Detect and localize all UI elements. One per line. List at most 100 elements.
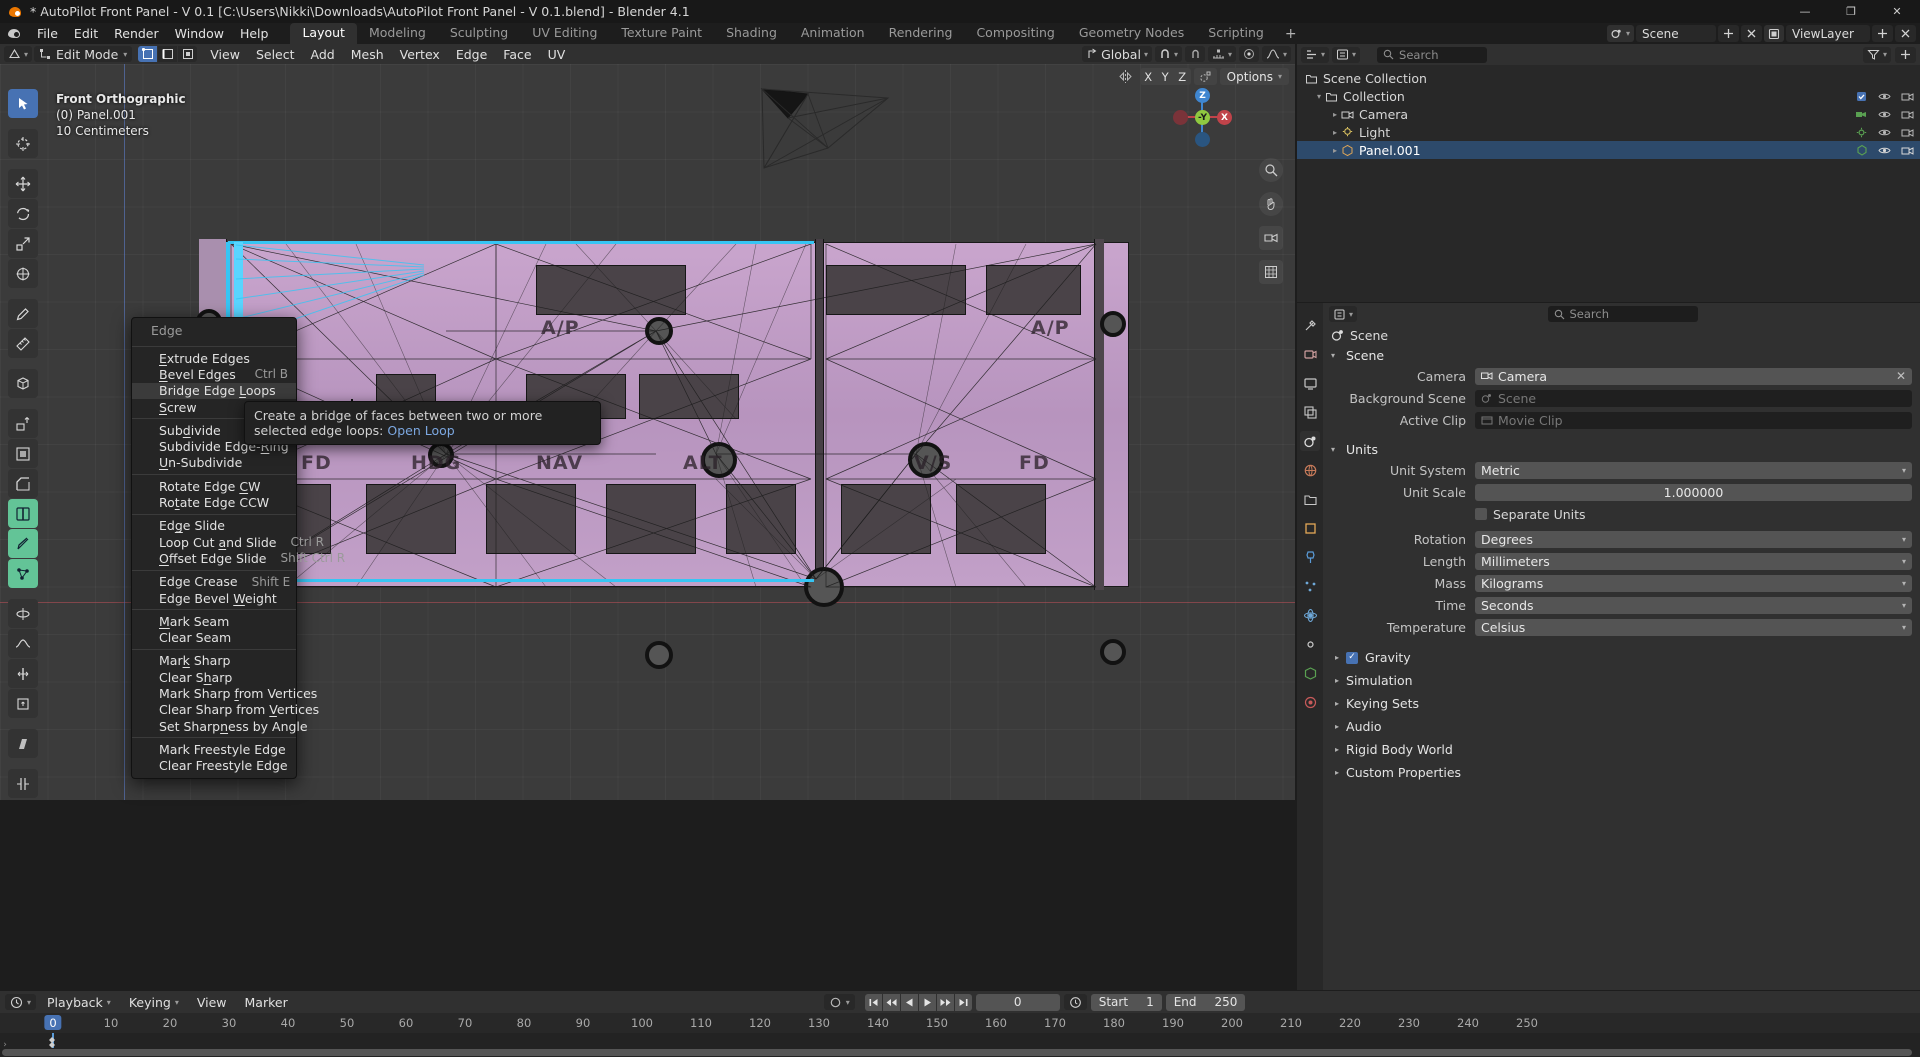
menu-item-bevel-edges[interactable]: Bevel Edges Ctrl B bbox=[132, 366, 296, 382]
close-button[interactable]: ✕ bbox=[1874, 0, 1920, 23]
blender-menu-icon[interactable] bbox=[6, 26, 24, 42]
viewport-menu-uv[interactable]: UV bbox=[541, 47, 573, 62]
expand-triangle-icon[interactable]: ▸ bbox=[1329, 128, 1341, 137]
mirror-axis-y[interactable]: Y bbox=[1156, 68, 1174, 85]
tool-shear-icon[interactable] bbox=[8, 729, 38, 758]
outliner-search-input[interactable]: Search bbox=[1377, 46, 1488, 63]
end-frame-field[interactable]: End 250 bbox=[1165, 993, 1246, 1011]
expand-triangle-icon[interactable]: ▾ bbox=[1313, 92, 1325, 101]
clear-camera-icon[interactable]: ✕ bbox=[1896, 369, 1906, 383]
property-field-active-clip[interactable]: Movie Clip bbox=[1475, 411, 1912, 429]
tab-uv-editing[interactable]: UV Editing bbox=[520, 23, 609, 44]
panel-header-units[interactable]: ▾ Units bbox=[1323, 439, 1920, 459]
zoom-icon[interactable] bbox=[1259, 158, 1283, 182]
tool-poly-build-icon[interactable] bbox=[8, 559, 38, 588]
pan-hand-icon[interactable] bbox=[1259, 192, 1283, 216]
hide-in-viewport-eye-icon[interactable] bbox=[1878, 108, 1891, 121]
property-field-camera[interactable]: Camera ✕ bbox=[1475, 367, 1912, 385]
viewport-menu-view[interactable]: View bbox=[203, 47, 247, 62]
viewport-options-button[interactable]: Options ▾ bbox=[1219, 68, 1289, 85]
hide-in-viewport-eye-icon[interactable] bbox=[1878, 144, 1891, 157]
tool-move-icon[interactable] bbox=[8, 169, 38, 198]
properties-tab-physics[interactable] bbox=[1300, 605, 1320, 625]
menu-render[interactable]: Render bbox=[106, 24, 167, 43]
properties-tab-object[interactable] bbox=[1300, 518, 1320, 538]
minimize-button[interactable]: — bbox=[1782, 0, 1828, 23]
timeline-menu-view[interactable]: View bbox=[190, 995, 234, 1010]
properties-tab-output[interactable] bbox=[1300, 373, 1320, 393]
new-scene-button[interactable] bbox=[1718, 25, 1739, 42]
panel-header-gravity[interactable]: ▸ Gravity bbox=[1327, 647, 1914, 668]
viewport-menu-vertex[interactable]: Vertex bbox=[393, 47, 447, 62]
tool-shrink-fatten-icon[interactable] bbox=[8, 689, 38, 718]
tool-rip-region-icon[interactable] bbox=[8, 769, 38, 798]
gizmo-axis-z[interactable]: Z bbox=[1195, 88, 1210, 103]
menu-item-mark-sharp-from-vertices[interactable]: Mark Sharp from Vertices bbox=[132, 685, 317, 701]
tab-modeling[interactable]: Modeling bbox=[357, 23, 438, 44]
tab-layout[interactable]: Layout bbox=[290, 23, 357, 44]
use-preview-range-button[interactable] bbox=[1063, 994, 1087, 1010]
property-field-background-scene[interactable]: Scene bbox=[1475, 389, 1912, 407]
property-field-unit-scale[interactable]: 1.000000 bbox=[1475, 483, 1912, 501]
gizmo-axis-neg-x[interactable] bbox=[1173, 110, 1188, 125]
jump-to-end-icon[interactable] bbox=[954, 993, 972, 1011]
hide-in-viewport-eye-icon[interactable] bbox=[1878, 126, 1891, 139]
gizmo-axis-x[interactable]: X bbox=[1217, 110, 1232, 125]
gizmo-axis-neg-z[interactable] bbox=[1195, 132, 1210, 147]
properties-tab-scene[interactable] bbox=[1300, 431, 1320, 451]
auto-merge-icon[interactable] bbox=[1193, 68, 1217, 85]
timeline-menu-keying[interactable]: Keying ▾ bbox=[122, 995, 186, 1010]
timeline-menu-playback[interactable]: Playback ▾ bbox=[40, 995, 118, 1010]
editor-type-button[interactable]: ▾ bbox=[4, 46, 33, 62]
hide-in-viewport-eye-icon[interactable] bbox=[1878, 90, 1891, 103]
tool-scale-icon[interactable] bbox=[8, 229, 38, 258]
tool-transform-icon[interactable] bbox=[8, 259, 38, 288]
properties-editor-type-button[interactable]: ▾ bbox=[1329, 306, 1358, 322]
property-field-mass[interactable]: Kilograms ▾ bbox=[1475, 574, 1912, 592]
properties-search-input[interactable]: Search bbox=[1547, 306, 1698, 322]
timeline-horizontal-scrollbar[interactable] bbox=[0, 1048, 1920, 1057]
mesh-data-badge-icon[interactable] bbox=[1855, 144, 1868, 157]
property-field-rotation[interactable]: Degrees ▾ bbox=[1475, 530, 1912, 548]
scrollbar-thumb[interactable] bbox=[2, 1049, 1912, 1056]
outliner-new-collection-button[interactable] bbox=[1895, 46, 1916, 63]
vertex-select-icon[interactable] bbox=[138, 46, 158, 62]
properties-tab-view-layer[interactable] bbox=[1300, 402, 1320, 422]
properties-tab-object-data[interactable] bbox=[1300, 663, 1320, 683]
menu-item-un-subdivide[interactable]: Un-Subdivide bbox=[132, 455, 296, 471]
tab-animation[interactable]: Animation bbox=[789, 23, 877, 44]
viewport-menu-edge[interactable]: Edge bbox=[449, 47, 494, 62]
checkbox-icon[interactable] bbox=[1855, 90, 1868, 103]
camera-view-icon[interactable] bbox=[1259, 226, 1283, 250]
proportional-falloff-curve-button[interactable]: ▾ bbox=[1261, 46, 1291, 62]
properties-tab-material[interactable] bbox=[1300, 692, 1320, 712]
timeline-playhead[interactable]: 0 bbox=[44, 1015, 62, 1030]
menu-item-clear-sharp-from-vertices[interactable]: Clear Sharp from Vertices bbox=[132, 702, 319, 718]
mode-selector[interactable]: Edit Mode ▾ bbox=[34, 46, 133, 62]
tool-cursor-icon[interactable] bbox=[8, 129, 38, 158]
start-frame-field[interactable]: Start 1 bbox=[1090, 993, 1162, 1011]
tool-smooth-icon[interactable] bbox=[8, 629, 38, 658]
outliner-editor-type-button[interactable]: ▾ bbox=[1301, 46, 1330, 63]
properties-editor[interactable]: ▾ Search Scene ▾ Scene Camera Camera ✕ B… bbox=[1297, 303, 1920, 990]
expand-triangle-icon[interactable]: ▸ bbox=[1329, 146, 1341, 155]
tool-inset-faces-icon[interactable] bbox=[8, 439, 38, 468]
menu-item-extrude-edges[interactable]: Extrude Edges bbox=[132, 350, 296, 366]
tool-rotate-icon[interactable] bbox=[8, 199, 38, 228]
menu-item-edge-bevel-weight[interactable]: Edge Bevel Weight bbox=[132, 590, 296, 606]
outliner-row-camera[interactable]: ▸ Camera bbox=[1297, 105, 1920, 123]
properties-tab-constraints[interactable] bbox=[1300, 634, 1320, 654]
outliner-editor[interactable]: ▾ ▾ Search ▾ Scene Collection ▾ Collecti… bbox=[1297, 44, 1920, 302]
tab-rendering[interactable]: Rendering bbox=[877, 23, 965, 44]
tool-tweak-select-box-icon[interactable] bbox=[8, 89, 38, 118]
timeline-ruler[interactable]: 0 10 20 30 40 50 60 70 80 90 100 110 120… bbox=[0, 1013, 1920, 1033]
menu-item-bridge-edge-loops[interactable]: Bridge Edge Loops bbox=[132, 382, 296, 399]
jump-to-start-icon[interactable] bbox=[864, 993, 882, 1011]
property-field-unit-system[interactable]: Metric ▾ bbox=[1475, 461, 1912, 479]
mirror-axis-z[interactable]: Z bbox=[1173, 68, 1191, 85]
properties-tab-modifier[interactable] bbox=[1300, 547, 1320, 567]
tool-edge-slide-icon[interactable] bbox=[8, 659, 38, 688]
disable-in-renders-camera-icon[interactable] bbox=[1901, 144, 1914, 157]
toggle-ortho-icon[interactable] bbox=[1259, 260, 1283, 284]
view-layer-icon-button[interactable] bbox=[1764, 25, 1784, 42]
